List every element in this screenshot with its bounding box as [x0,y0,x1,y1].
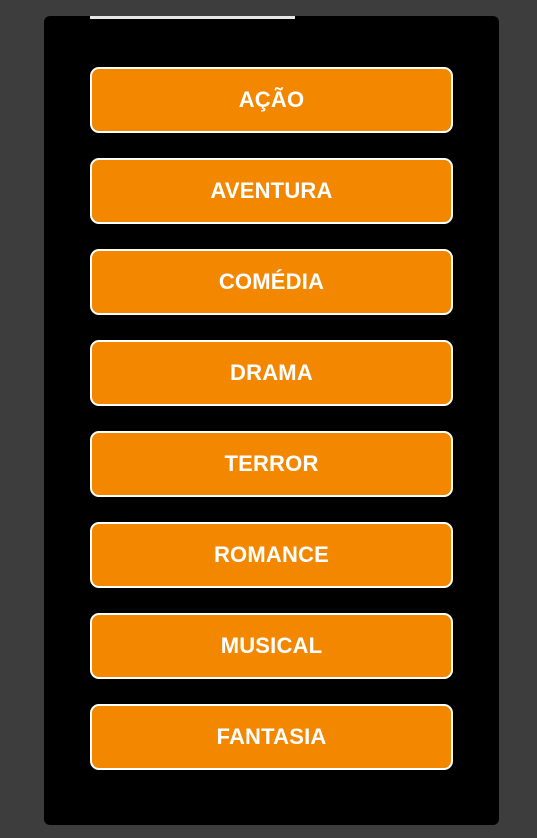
top-divider [90,16,295,19]
genre-button-romance[interactable]: ROMANCE [90,522,453,588]
genre-list: AÇÃO AVENTURA COMÉDIA DRAMA TERROR ROMAN… [90,67,453,770]
genre-button-fantasia[interactable]: FANTASIA [90,704,453,770]
genre-button-terror[interactable]: TERROR [90,431,453,497]
genre-button-aventura[interactable]: AVENTURA [90,158,453,224]
genre-button-musical[interactable]: MUSICAL [90,613,453,679]
genre-button-drama[interactable]: DRAMA [90,340,453,406]
genre-button-acao[interactable]: AÇÃO [90,67,453,133]
genre-panel: AÇÃO AVENTURA COMÉDIA DRAMA TERROR ROMAN… [44,16,499,825]
genre-button-comedia[interactable]: COMÉDIA [90,249,453,315]
